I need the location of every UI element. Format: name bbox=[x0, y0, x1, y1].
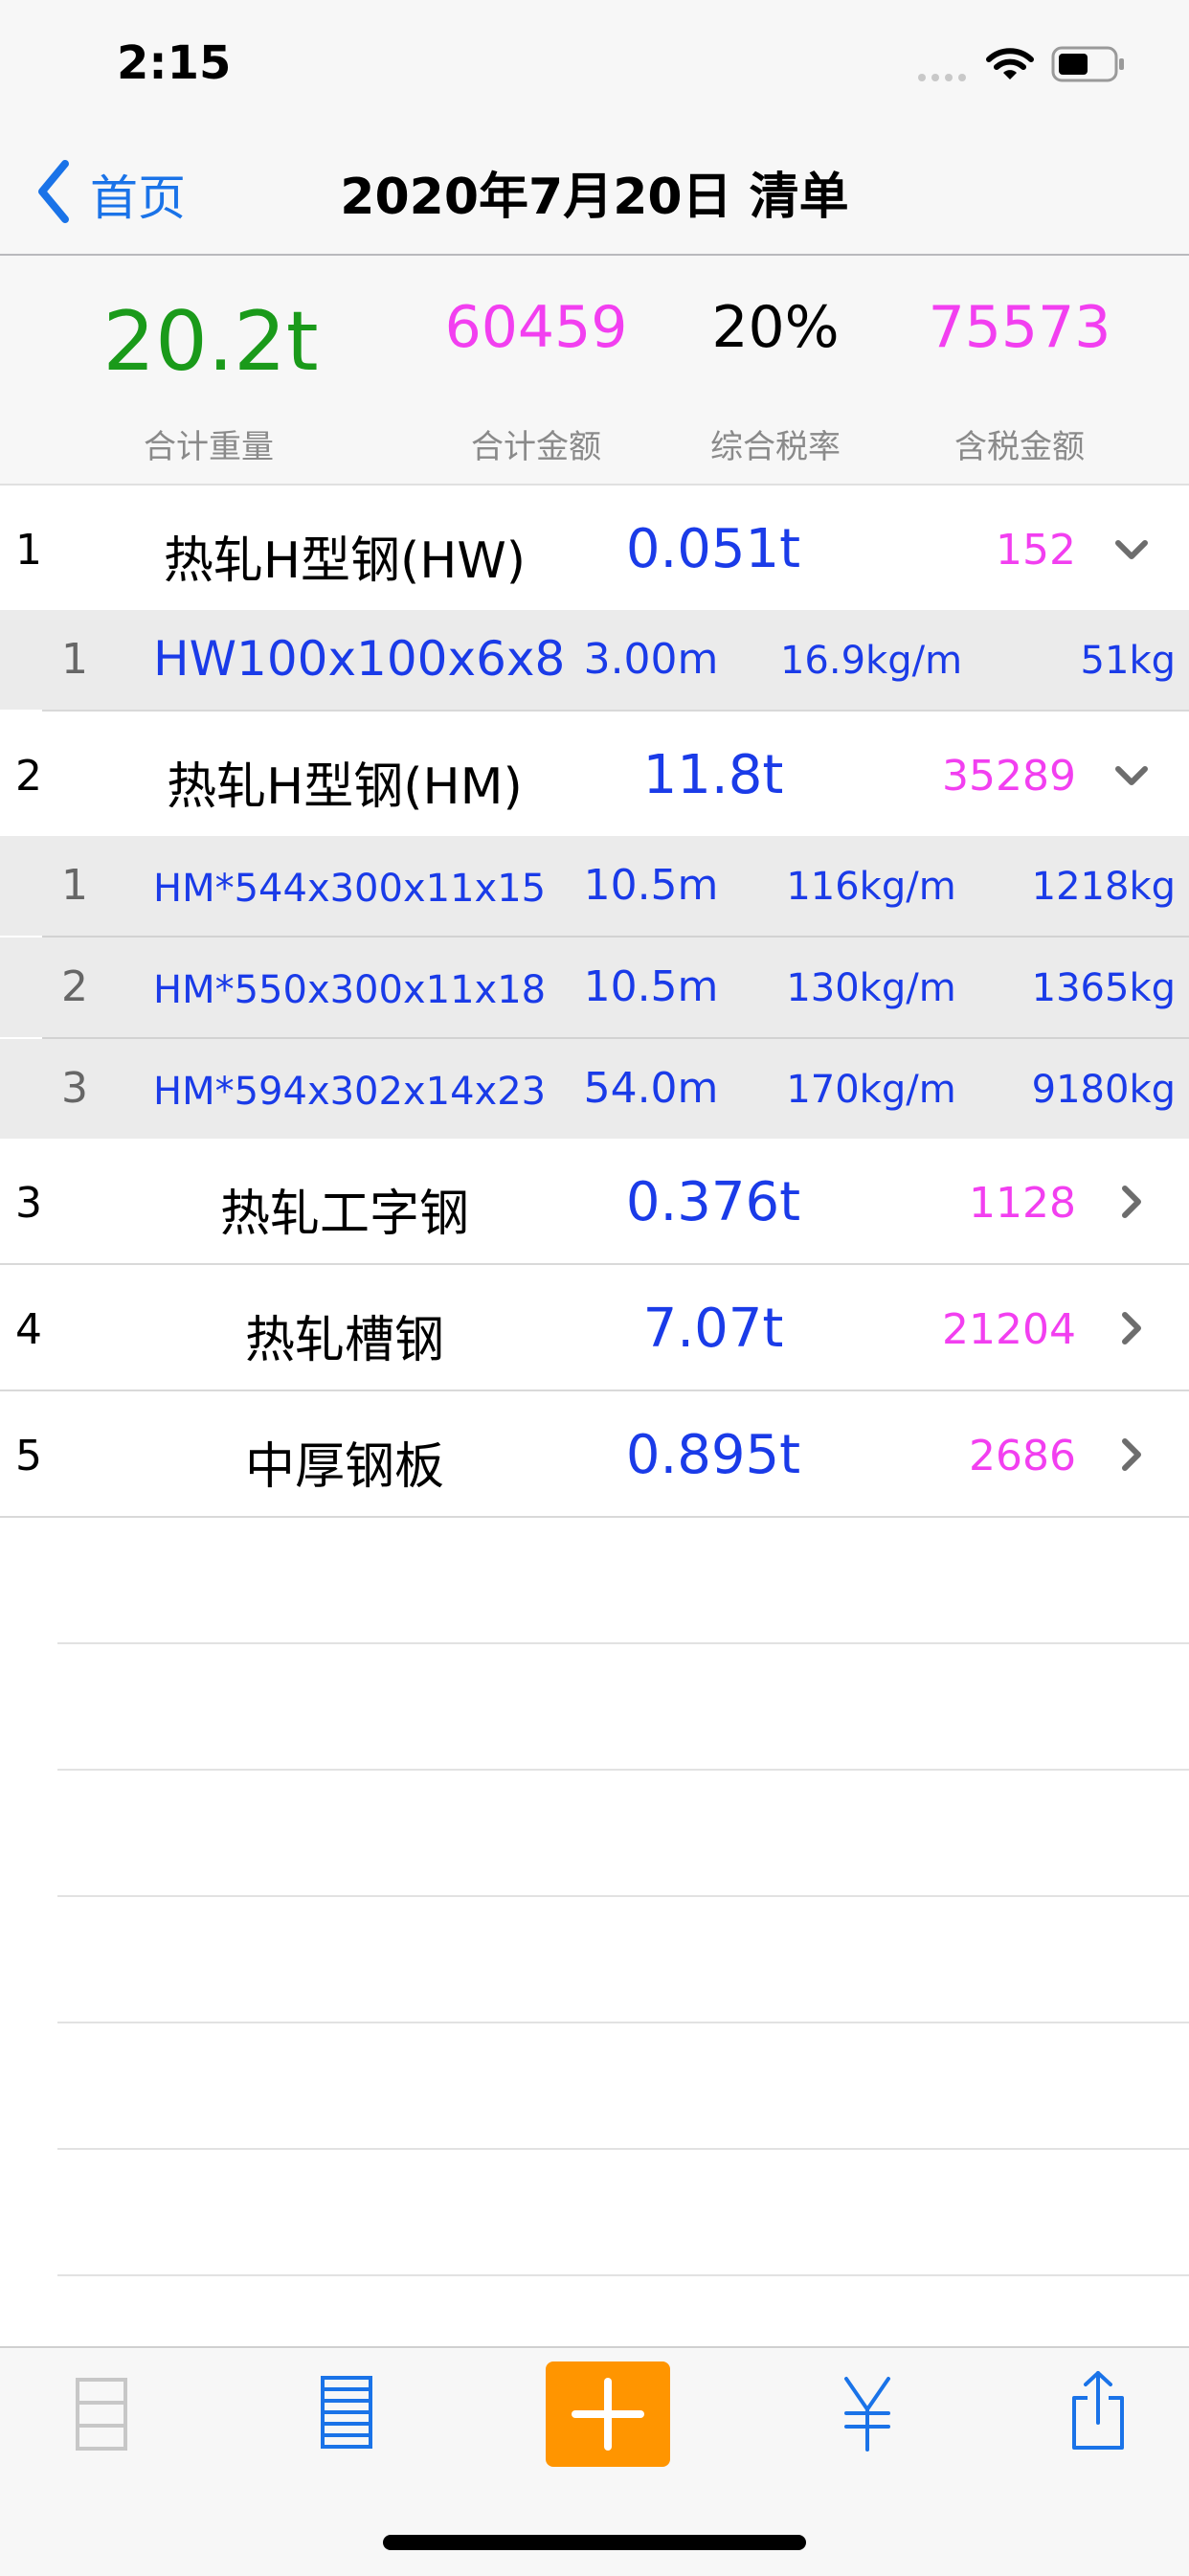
chevron-right-icon[interactable] bbox=[1112, 1183, 1151, 1221]
battery-icon bbox=[1051, 46, 1128, 86]
category-amount: 152 bbox=[996, 526, 1076, 575]
status-time: 2:15 bbox=[117, 36, 232, 90]
category-row[interactable]: 5 中厚钢板 0.895t 2686 bbox=[0, 1391, 1189, 1516]
item-index: 1 bbox=[61, 861, 88, 910]
item-row[interactable]: 1 HM*544x300x11x15 10.5m 116kg/m 1218kg bbox=[0, 836, 1189, 936]
category-index: 4 bbox=[15, 1305, 42, 1354]
item-length: 3.00m bbox=[583, 635, 719, 684]
category-weight: 7.07t bbox=[642, 1298, 784, 1360]
category-row[interactable]: 3 热轧工字钢 0.376t 1128 bbox=[0, 1139, 1189, 1263]
empty-row-divider bbox=[57, 1895, 1189, 1897]
tax-rate-value: 20% bbox=[711, 294, 840, 361]
navigation-bar: 首页 2020年7月20日 清单 bbox=[0, 129, 1189, 256]
summary-panel: 20.2t 60459 20% 75573 合计重量 合计金额 综合税率 含税金… bbox=[0, 256, 1189, 486]
item-row[interactable]: 2 HM*550x300x11x18 10.5m 130kg/m 1365kg bbox=[0, 938, 1189, 1037]
category-amount: 21204 bbox=[942, 1305, 1076, 1354]
divider bbox=[0, 1516, 1189, 1518]
item-length: 54.0m bbox=[583, 1064, 719, 1113]
plus-icon bbox=[570, 2376, 646, 2456]
category-name: 热轧H型钢(HW) bbox=[163, 532, 527, 590]
home-indicator bbox=[383, 2535, 806, 2550]
item-index: 3 bbox=[61, 1064, 88, 1113]
category-row[interactable]: 1 热轧H型钢(HW) 0.051t 152 bbox=[0, 486, 1189, 610]
category-name: 热轧工字钢 bbox=[219, 1186, 469, 1243]
empty-row-divider bbox=[57, 2274, 1189, 2276]
category-row[interactable]: 2 热轧H型钢(HM) 11.8t 35289 bbox=[0, 712, 1189, 836]
chevron-right-icon[interactable] bbox=[1112, 1435, 1151, 1474]
total-amount-label: 合计金额 bbox=[471, 428, 601, 466]
chevron-down-icon[interactable] bbox=[1112, 757, 1151, 796]
total-weight-value: 20.2t bbox=[102, 294, 319, 390]
category-weight: 11.8t bbox=[642, 744, 784, 806]
category-name: 热轧槽钢 bbox=[244, 1312, 444, 1369]
item-weight: 1218kg bbox=[1031, 865, 1176, 909]
item-unit-weight: 130kg/m bbox=[786, 966, 956, 1010]
category-index: 1 bbox=[15, 526, 42, 575]
category-weight: 0.051t bbox=[625, 518, 801, 580]
item-row[interactable]: 1 HW100x100x6x8 3.00m 16.9kg/m 51kg bbox=[0, 610, 1189, 710]
add-button[interactable] bbox=[546, 2361, 670, 2467]
category-weight: 0.895t bbox=[625, 1424, 801, 1486]
empty-row-divider bbox=[57, 1769, 1189, 1771]
item-length: 10.5m bbox=[583, 962, 719, 1011]
empty-row-divider bbox=[57, 2022, 1189, 2023]
item-index: 1 bbox=[61, 635, 88, 684]
total-weight-label: 合计重量 bbox=[144, 428, 274, 466]
signal-icon bbox=[917, 69, 971, 87]
empty-row-divider bbox=[57, 1642, 1189, 1644]
share-icon[interactable] bbox=[1068, 2369, 1128, 2455]
item-index: 2 bbox=[61, 962, 88, 1011]
item-spec: HM*594x302x14x23 bbox=[153, 1070, 547, 1114]
item-spec: HW100x100x6x8 bbox=[153, 631, 566, 687]
page-title: 2020年7月20日 清单 bbox=[340, 169, 849, 226]
wifi-icon bbox=[986, 48, 1034, 86]
total-amount-value: 60459 bbox=[444, 294, 628, 361]
category-row[interactable]: 4 热轧槽钢 7.07t 21204 bbox=[0, 1265, 1189, 1390]
item-unit-weight: 116kg/m bbox=[786, 865, 956, 909]
item-unit-weight: 16.9kg/m bbox=[779, 639, 963, 683]
chevron-right-icon[interactable] bbox=[1112, 1309, 1151, 1347]
empty-row-divider bbox=[57, 2148, 1189, 2150]
category-index: 3 bbox=[15, 1179, 42, 1228]
item-spec: HM*550x300x11x18 bbox=[153, 968, 547, 1012]
list-collapsed-icon[interactable] bbox=[75, 2377, 128, 2455]
item-weight: 51kg bbox=[1080, 639, 1176, 683]
category-name: 中厚钢板 bbox=[244, 1438, 444, 1496]
list-expanded-icon[interactable] bbox=[320, 2375, 373, 2453]
category-amount: 35289 bbox=[942, 752, 1076, 801]
item-row[interactable]: 3 HM*594x302x14x23 54.0m 170kg/m 9180kg bbox=[0, 1039, 1189, 1139]
chevron-down-icon[interactable] bbox=[1112, 531, 1151, 570]
item-unit-weight: 170kg/m bbox=[786, 1068, 956, 1112]
yen-icon[interactable] bbox=[839, 2375, 896, 2455]
category-index: 5 bbox=[15, 1432, 42, 1480]
amount-with-tax-value: 75573 bbox=[928, 294, 1111, 361]
category-name: 热轧H型钢(HM) bbox=[167, 758, 523, 816]
category-amount: 1128 bbox=[969, 1179, 1076, 1228]
category-amount: 2686 bbox=[969, 1432, 1076, 1480]
item-weight: 9180kg bbox=[1031, 1068, 1176, 1112]
item-spec: HM*544x300x11x15 bbox=[153, 867, 547, 911]
tax-rate-label: 综合税率 bbox=[710, 428, 841, 466]
item-length: 10.5m bbox=[583, 861, 719, 910]
status-bar: 2:15 bbox=[0, 0, 1189, 129]
category-index: 2 bbox=[15, 752, 42, 801]
item-weight: 1365kg bbox=[1031, 966, 1176, 1010]
category-weight: 0.376t bbox=[625, 1171, 801, 1233]
amount-with-tax-label: 含税金额 bbox=[954, 428, 1085, 466]
